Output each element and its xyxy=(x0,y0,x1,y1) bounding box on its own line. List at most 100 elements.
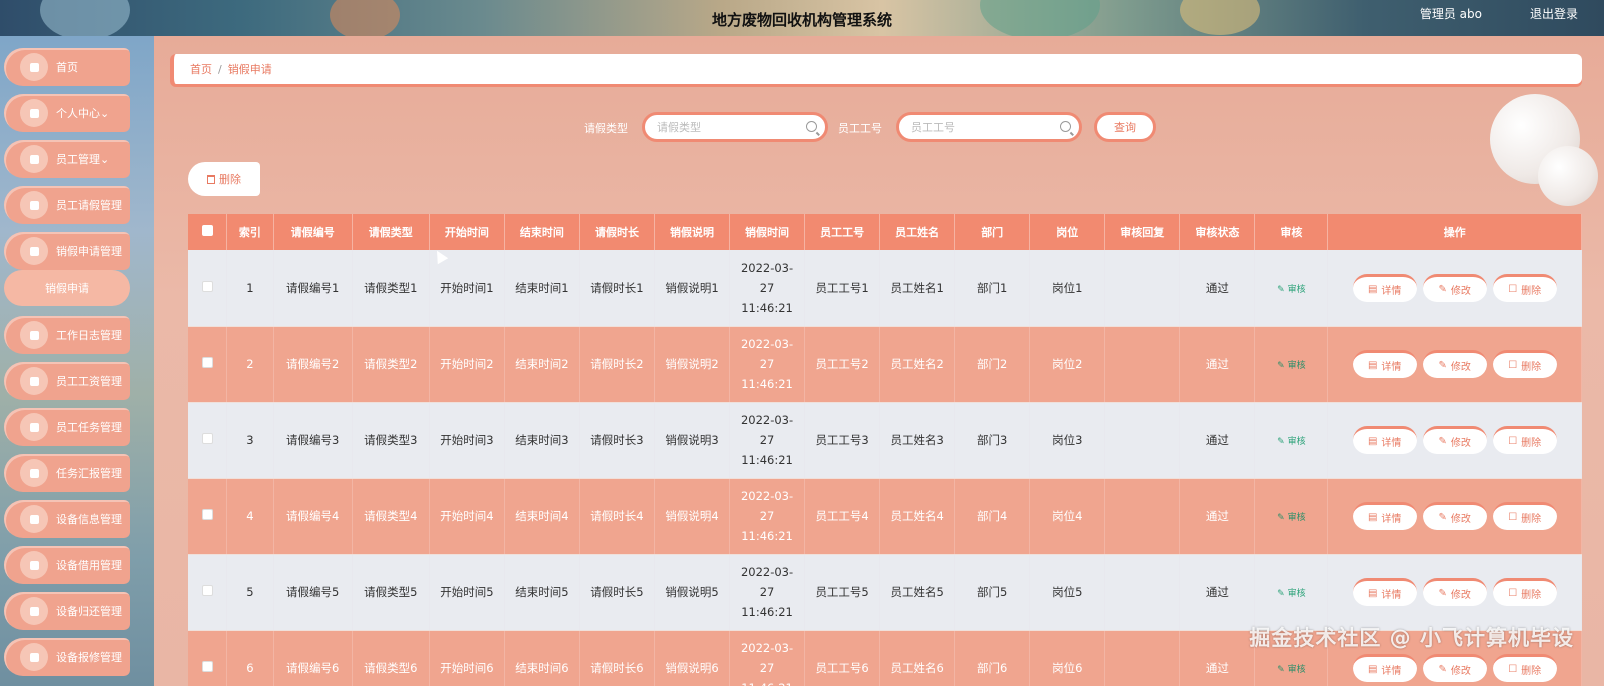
row-checkbox[interactable] xyxy=(201,585,213,596)
sidebar-item-repair[interactable]: 设备报修管理 xyxy=(4,638,130,676)
edit-button[interactable]: ✎ 修改 xyxy=(1422,426,1487,454)
edit-button[interactable]: ✎ 修改 xyxy=(1422,654,1487,682)
column-header[interactable]: 员工工号 xyxy=(804,214,881,250)
sidebar-item-label: 任务汇报管理 xyxy=(56,467,122,480)
detail-button[interactable]: ▤ 详情 xyxy=(1352,350,1417,378)
sidebar-item-profile[interactable]: 个人中心 ⌄ xyxy=(4,94,130,132)
column-header[interactable]: 员工姓名 xyxy=(879,214,956,250)
logout-button[interactable]: 退出登录 xyxy=(1530,5,1578,22)
select-all-checkbox[interactable] xyxy=(201,225,213,236)
column-header[interactable]: 销假时间 xyxy=(729,214,806,250)
column-header[interactable]: 索引 xyxy=(226,214,274,250)
cell-status: 通过 xyxy=(1179,630,1256,686)
detail-button[interactable]: ▤ 详情 xyxy=(1352,578,1417,606)
sidebar-item-task-report[interactable]: 任务汇报管理 xyxy=(4,454,130,492)
sidebar-item-cancel-leave[interactable]: 销假申请管理 xyxy=(4,232,130,270)
batch-delete-button[interactable]: 删除 xyxy=(188,162,260,196)
employee-id-label: 员工工号 xyxy=(838,122,882,135)
delete-button[interactable]: ☐ 删除 xyxy=(1492,502,1557,530)
trash-icon: ☐ xyxy=(1508,360,1518,371)
cell-type: 请假类型1 xyxy=(352,250,430,327)
edit-icon: ✎ xyxy=(1438,283,1447,295)
row-checkbox[interactable] xyxy=(201,509,213,520)
sidebar-item-staff[interactable]: 员工管理 ⌄ xyxy=(4,140,130,178)
cell-end: 结束时间2 xyxy=(504,326,580,403)
cell-desc: 销假说明3 xyxy=(654,402,731,479)
row-select-cell xyxy=(188,326,228,403)
employee-id-input[interactable]: 员工工号 xyxy=(896,112,1082,142)
edit-button[interactable]: ✎ 修改 xyxy=(1422,350,1487,378)
query-button[interactable]: 查询 xyxy=(1094,112,1156,142)
row-select-cell xyxy=(188,478,228,555)
column-header[interactable]: 岗位 xyxy=(1029,214,1106,250)
row-checkbox[interactable] xyxy=(201,357,213,368)
audit-link[interactable]: ✎ 审核 xyxy=(1277,285,1305,295)
detail-label: 详情 xyxy=(1381,438,1402,449)
batch-delete-label: 删除 xyxy=(219,173,241,186)
delete-button[interactable]: ☐ 删除 xyxy=(1492,426,1557,454)
chevron-down-icon: ⌄ xyxy=(100,106,110,120)
row-checkbox[interactable] xyxy=(201,661,213,672)
app-title: 地方废物回收机构管理系统 xyxy=(711,11,892,29)
delete-button[interactable]: ☐ 删除 xyxy=(1492,273,1557,302)
detail-button[interactable]: ▤ 详情 xyxy=(1352,426,1417,454)
column-header[interactable]: 请假时长 xyxy=(579,214,655,250)
detail-label: 详情 xyxy=(1381,590,1402,601)
edit-label: 修改 xyxy=(1450,590,1471,601)
cell-reply xyxy=(1104,478,1181,555)
column-header[interactable]: 请假编号 xyxy=(273,214,353,250)
cell-name: 员工姓名4 xyxy=(879,478,956,555)
sidebar-item-worklog[interactable]: 工作日志管理 xyxy=(4,316,130,354)
detail-button[interactable]: ▤ 详情 xyxy=(1352,502,1417,530)
sidebar-item-return[interactable]: 设备归还管理 xyxy=(4,592,130,630)
sidebar-item-tasks[interactable]: 员工任务管理 xyxy=(4,408,130,446)
delete-button[interactable]: ☐ 删除 xyxy=(1492,578,1557,606)
table-row: 1 请假编号1 请假类型1 开始时间1 结束时间1 请假时长1 销假说明1 2022-03-2… xyxy=(188,250,1582,327)
sidebar-item-salary[interactable]: 员工工资管理 xyxy=(4,362,130,400)
edit-button[interactable]: ✎ 修改 xyxy=(1422,273,1487,302)
column-header[interactable]: 操作 xyxy=(1327,214,1582,250)
sidebar-item-home[interactable]: 首页 xyxy=(4,48,130,86)
audit-link[interactable]: ✎ 审核 xyxy=(1277,437,1305,447)
cell-idx: 5 xyxy=(226,554,274,631)
leave-type-input[interactable]: 请假类型 xyxy=(642,112,828,142)
column-header[interactable]: 销假说明 xyxy=(654,214,731,250)
sidebar-item-leave[interactable]: 员工请假管理 xyxy=(4,186,130,224)
breadcrumb-home[interactable]: 首页 xyxy=(190,61,212,77)
column-header[interactable]: 审核回复 xyxy=(1104,214,1181,250)
column-header[interactable]: 开始时间 xyxy=(429,214,505,250)
row-checkbox[interactable] xyxy=(201,433,213,444)
column-header[interactable]: 审核状态 xyxy=(1179,214,1256,250)
home-icon xyxy=(20,53,48,81)
audit-label: 审核 xyxy=(1287,513,1306,523)
sidebar-subitem-cancel-leave[interactable]: 销假申请 xyxy=(4,270,130,306)
cell-time: 2022-03-27 11:46:21 xyxy=(729,554,806,631)
column-header[interactable]: 结束时间 xyxy=(504,214,580,250)
edit-button[interactable]: ✎ 修改 xyxy=(1422,502,1487,530)
column-header[interactable]: 部门 xyxy=(954,214,1031,250)
cell-type: 请假类型5 xyxy=(352,554,430,631)
cell-idx: 3 xyxy=(226,402,274,479)
audit-link[interactable]: ✎ 审核 xyxy=(1277,665,1305,675)
cell-dur: 请假时长3 xyxy=(579,402,655,479)
detail-button[interactable]: ▤ 详情 xyxy=(1352,654,1417,682)
sidebar-item-borrow[interactable]: 设备借用管理 xyxy=(4,546,130,584)
cell-idx: 1 xyxy=(226,250,274,327)
edit-button[interactable]: ✎ 修改 xyxy=(1422,578,1487,606)
cell-dur: 请假时长6 xyxy=(579,630,655,686)
audit-link[interactable]: ✎ 审核 xyxy=(1277,589,1305,599)
detail-icon: ▤ xyxy=(1367,283,1378,295)
row-checkbox[interactable] xyxy=(201,280,213,292)
breadcrumb: 首页 / 销假申请 xyxy=(170,54,1582,84)
audit-link[interactable]: ✎ 审核 xyxy=(1277,361,1305,371)
sidebar-item-equipment[interactable]: 设备信息管理 xyxy=(4,500,130,538)
column-header[interactable]: 请假类型 xyxy=(352,214,430,250)
delete-label: 删除 xyxy=(1521,514,1542,525)
column-header[interactable]: 审核 xyxy=(1254,214,1329,250)
detail-button[interactable]: ▤ 详情 xyxy=(1352,273,1417,302)
audit-link[interactable]: ✎ 审核 xyxy=(1277,513,1305,523)
row-select-cell xyxy=(188,402,228,479)
delete-button[interactable]: ☐ 删除 xyxy=(1492,654,1557,682)
operations-cell: ▤ 详情 ✎ 修改 ☐ 删除 xyxy=(1327,326,1582,403)
delete-button[interactable]: ☐ 删除 xyxy=(1492,350,1557,378)
